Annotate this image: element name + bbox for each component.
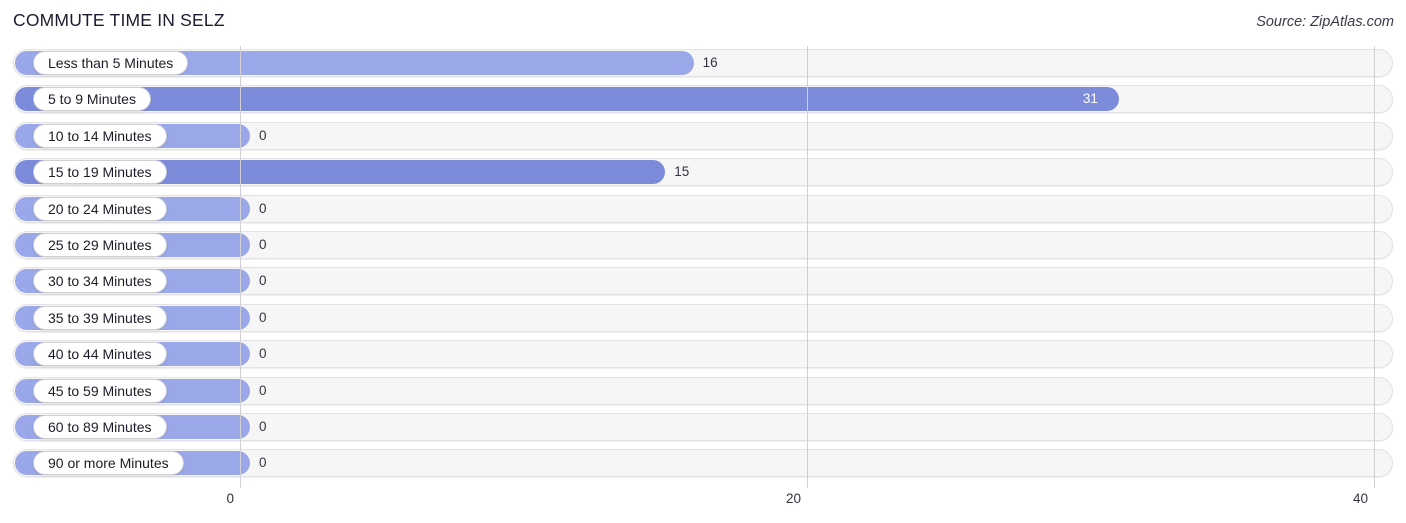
bar-value-label: 16 (702, 55, 718, 70)
chart-header: COMMUTE TIME IN SELZ Source: ZipAtlas.co… (0, 0, 1406, 46)
bar-value-label: 15 (674, 164, 690, 180)
category-label: 60 to 89 Minutes (33, 414, 167, 439)
bar-row: 25 to 29 Minutes 0 (0, 228, 1406, 264)
category-label: 5 to 9 Minutes (33, 87, 151, 112)
bar-row: 40 to 44 Minutes 0 (0, 337, 1406, 373)
bar-row: 30 to 34 Minutes 0 (0, 264, 1406, 300)
bar-value-label: 0 (259, 236, 267, 252)
bar-value-label: 0 (259, 382, 267, 398)
bar-row: 35 to 39 Minutes 0 (0, 301, 1406, 337)
bar-value-label: 0 (259, 309, 267, 325)
bar[interactable] (15, 87, 1119, 112)
bar-value-label: 0 (259, 455, 267, 471)
bar-row: 90 or more Minutes 0 (0, 446, 1406, 482)
category-label: 90 or more Minutes (33, 451, 184, 476)
bar-value-label: 0 (259, 127, 267, 143)
bar-row: 20 to 24 Minutes 0 (0, 192, 1406, 228)
x-axis-tick-label: 20 (785, 491, 801, 506)
category-label: 15 to 19 Minutes (33, 160, 167, 185)
bar-row: Less than 5 Minutes 16 (0, 46, 1406, 82)
category-label: 35 to 39 Minutes (33, 305, 167, 330)
x-axis-tick-label: 40 (1352, 491, 1368, 506)
bar-value-label: 0 (259, 418, 267, 434)
bar-row: 15 to 19 Minutes 15 (0, 155, 1406, 191)
category-label: 25 to 29 Minutes (33, 232, 167, 257)
bar-value-label: 31 (1082, 91, 1098, 107)
category-label: 40 to 44 Minutes (33, 342, 167, 367)
bar-row: 5 to 9 Minutes 31 (0, 82, 1406, 118)
category-label: 30 to 34 Minutes (33, 269, 167, 294)
bar-value-label: 0 (259, 200, 267, 216)
source-attribution: Source: ZipAtlas.com (1256, 14, 1394, 30)
plot-area: Less than 5 Minutes 16 5 to 9 Minutes 31 10 … (0, 46, 1406, 488)
category-label: 10 to 14 Minutes (33, 123, 167, 148)
bar-row: 60 to 89 Minutes 0 (0, 410, 1406, 446)
bar-value-label: 0 (259, 273, 267, 289)
x-axis: 0 20 40 (0, 488, 1406, 523)
bar-row: 10 to 14 Minutes 0 (0, 119, 1406, 155)
category-label: 45 to 59 Minutes (33, 378, 167, 403)
bar-row: 45 to 59 Minutes 0 (0, 374, 1406, 410)
page-title: COMMUTE TIME IN SELZ (13, 10, 225, 30)
bar-value-label: 0 (259, 346, 267, 362)
x-axis-tick-label: 0 (226, 491, 234, 506)
chart-container: COMMUTE TIME IN SELZ Source: ZipAtlas.co… (0, 0, 1406, 523)
category-label: Less than 5 Minutes (33, 51, 189, 75)
bar-rows: Less than 5 Minutes 16 5 to 9 Minutes 31 10 … (0, 46, 1406, 483)
category-label: 20 to 24 Minutes (33, 196, 167, 221)
